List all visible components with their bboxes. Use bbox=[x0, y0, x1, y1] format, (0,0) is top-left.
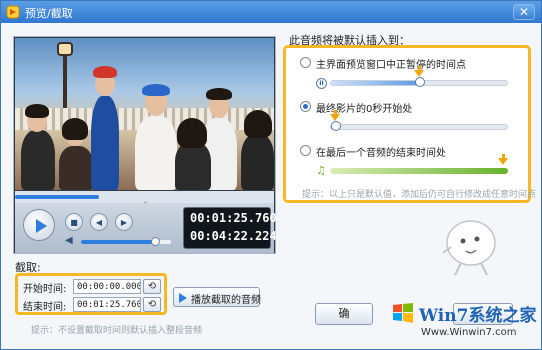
zero-start-slider[interactable] bbox=[330, 121, 508, 131]
player-controls: ■ ◀ ▶ ◀ 00:01:25.760 00:04:22.224 bbox=[15, 203, 277, 253]
play-icon bbox=[179, 293, 187, 303]
person-figure bbox=[135, 116, 177, 190]
pause-icon: II bbox=[316, 78, 327, 89]
next-icon: ▶ bbox=[120, 218, 128, 227]
stop-button[interactable]: ■ bbox=[65, 213, 83, 231]
person-hair bbox=[142, 84, 170, 96]
video-player: ⌄ ■ ◀ ▶ ◀ 00:01:25.760 00:04:22.224 bbox=[13, 36, 277, 254]
person-hair bbox=[206, 88, 232, 100]
position-marker-icon bbox=[330, 114, 340, 121]
video-preview[interactable] bbox=[15, 38, 274, 190]
option-pause-point-label: 主界面预览窗口中正暂停的时间点 bbox=[316, 60, 466, 71]
windows-logo-icon bbox=[393, 303, 413, 323]
volume-slider[interactable] bbox=[81, 237, 171, 246]
title-bar[interactable]: 预览/截取 ✕ bbox=[1, 1, 541, 23]
music-note-icon: ♫ bbox=[316, 164, 326, 177]
person-hair bbox=[25, 104, 49, 118]
person-hair bbox=[244, 110, 272, 138]
play-icon bbox=[36, 219, 47, 233]
next-frame-button[interactable]: ▶ bbox=[115, 213, 133, 231]
preview-clip-dialog: 预览/截取 ✕ ⌄ ■ ◀ ▶ ◀ 00:01:25.760 00:04:22.… bbox=[0, 0, 542, 350]
playback-progress-bar[interactable]: ⌄ bbox=[15, 191, 274, 206]
time-display: 00:01:25.760 00:04:22.224 bbox=[183, 207, 277, 249]
set-start-time-button[interactable]: ⟲ bbox=[143, 279, 161, 294]
app-icon bbox=[6, 5, 20, 19]
position-marker-icon bbox=[414, 70, 424, 77]
slider-knob[interactable] bbox=[415, 77, 425, 87]
position-marker-icon bbox=[498, 158, 508, 165]
previous-frame-button[interactable]: ◀ bbox=[90, 213, 108, 231]
play-button[interactable] bbox=[23, 209, 55, 241]
person-figure bbox=[91, 96, 119, 190]
slider-knob[interactable] bbox=[331, 121, 341, 131]
insert-options-panel: 主界面预览窗口中正暂停的时间点 II 最终影片的0秒开始处 在最后一个音频的结束… bbox=[283, 45, 536, 203]
end-time-field[interactable] bbox=[73, 297, 141, 312]
radio-pause-point[interactable] bbox=[300, 57, 311, 68]
ok-button[interactable]: 确 bbox=[315, 303, 373, 325]
previous-icon: ◀ bbox=[95, 218, 103, 227]
person-figure bbox=[241, 134, 274, 190]
total-time: 00:04:22.224 bbox=[190, 229, 277, 243]
play-clip-button[interactable]: 播放截取的音频 bbox=[173, 287, 261, 307]
refresh-icon: ⟲ bbox=[147, 281, 157, 292]
window-title: 预览/截取 bbox=[25, 7, 73, 20]
audio-timeline-bar bbox=[330, 168, 508, 174]
clip-hint: 提示：不设置截取时间则默认插入整段音频 bbox=[31, 326, 203, 336]
slider-fill bbox=[331, 81, 420, 85]
close-button[interactable]: ✕ bbox=[513, 4, 535, 20]
radio-selected-dot bbox=[303, 104, 308, 109]
lamp bbox=[57, 42, 73, 56]
person-figure bbox=[21, 130, 55, 190]
person-figure bbox=[59, 146, 93, 190]
mascot-illustration bbox=[442, 220, 496, 276]
radio-zero-start[interactable] bbox=[300, 101, 311, 112]
person-figure bbox=[175, 142, 211, 190]
radio-last-audio-end[interactable] bbox=[300, 145, 311, 156]
current-time: 00:01:25.760 bbox=[190, 211, 277, 225]
person-hair bbox=[177, 118, 207, 148]
watermark-title: Win7系统之家 bbox=[419, 306, 537, 326]
insert-hint: 提示：以上只是默认值，添加后仍可自行修改成任意时间点 bbox=[302, 190, 537, 200]
person-hair bbox=[93, 66, 117, 78]
volume-knob[interactable] bbox=[150, 237, 160, 246]
end-time-label: 结束时间: bbox=[23, 302, 67, 313]
pause-point-slider[interactable] bbox=[330, 77, 508, 87]
option-last-audio-end-label: 在最后一个音频的结束时间处 bbox=[316, 148, 446, 159]
watermark-url: Www.Winwin7.com bbox=[421, 327, 517, 338]
person-hair bbox=[62, 118, 88, 140]
volume-fill bbox=[81, 240, 155, 244]
start-time-field[interactable] bbox=[73, 279, 141, 294]
site-watermark: Win7系统之家 Www.Winwin7.com bbox=[391, 297, 541, 349]
playback-progress-fill bbox=[15, 195, 100, 199]
play-clip-label: 播放截取的音频 bbox=[191, 295, 261, 306]
refresh-icon: ⟲ bbox=[147, 299, 157, 310]
volume-icon[interactable]: ◀ bbox=[65, 236, 77, 246]
set-end-time-button[interactable]: ⟲ bbox=[143, 297, 161, 312]
option-zero-start-label: 最终影片的0秒开始处 bbox=[316, 104, 413, 115]
stop-icon: ■ bbox=[70, 218, 78, 227]
start-time-label: 开始时间: bbox=[23, 284, 67, 295]
